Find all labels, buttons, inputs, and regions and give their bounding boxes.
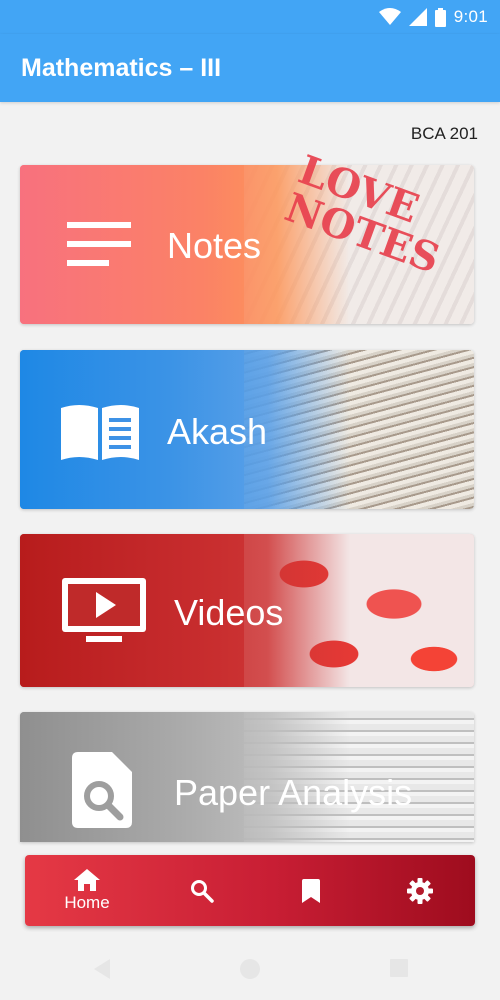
system-nav-bar <box>0 940 500 1000</box>
wifi-icon <box>378 8 401 25</box>
course-code: BCA 201 <box>410 124 478 143</box>
settings-gear-icon <box>407 877 433 904</box>
home-icon <box>74 868 100 891</box>
status-bar: 9:01 <box>0 0 500 34</box>
recents-icon[interactable] <box>389 958 409 978</box>
nav-search[interactable] <box>157 855 247 926</box>
cell-signal-icon <box>408 8 427 26</box>
notes-lines-icon <box>67 222 131 266</box>
app-bar: Mathematics – III <box>0 34 500 102</box>
home-circle-icon[interactable] <box>239 958 261 980</box>
akash-card[interactable]: Akash <box>20 350 474 509</box>
notes-label: Notes <box>167 225 262 266</box>
bottom-nav: Home <box>25 855 475 926</box>
nav-home-label: Home <box>64 892 110 912</box>
video-screen-icon <box>62 578 146 642</box>
nav-settings[interactable] <box>375 855 465 926</box>
videos-card[interactable]: Videos <box>20 534 474 687</box>
status-icons: 9:01 <box>378 6 488 28</box>
status-time: 9:01 <box>453 7 488 26</box>
back-icon[interactable] <box>92 958 112 980</box>
videos-label: Videos <box>174 592 284 633</box>
paper-analysis-card[interactable]: Paper Analysis <box>20 712 474 842</box>
document-search-icon <box>72 752 132 828</box>
nav-bookmark[interactable] <box>266 855 356 926</box>
search-icon <box>191 879 214 903</box>
paper-analysis-label: Paper Analysis <box>174 772 413 813</box>
page-title: Mathematics – III <box>21 54 222 82</box>
nav-home[interactable]: Home <box>42 855 132 926</box>
battery-icon <box>434 7 446 27</box>
bookmark-icon <box>302 878 320 903</box>
notes-card[interactable]: Notes <box>20 165 474 324</box>
open-book-icon <box>61 405 139 460</box>
akash-label: Akash <box>167 411 268 452</box>
